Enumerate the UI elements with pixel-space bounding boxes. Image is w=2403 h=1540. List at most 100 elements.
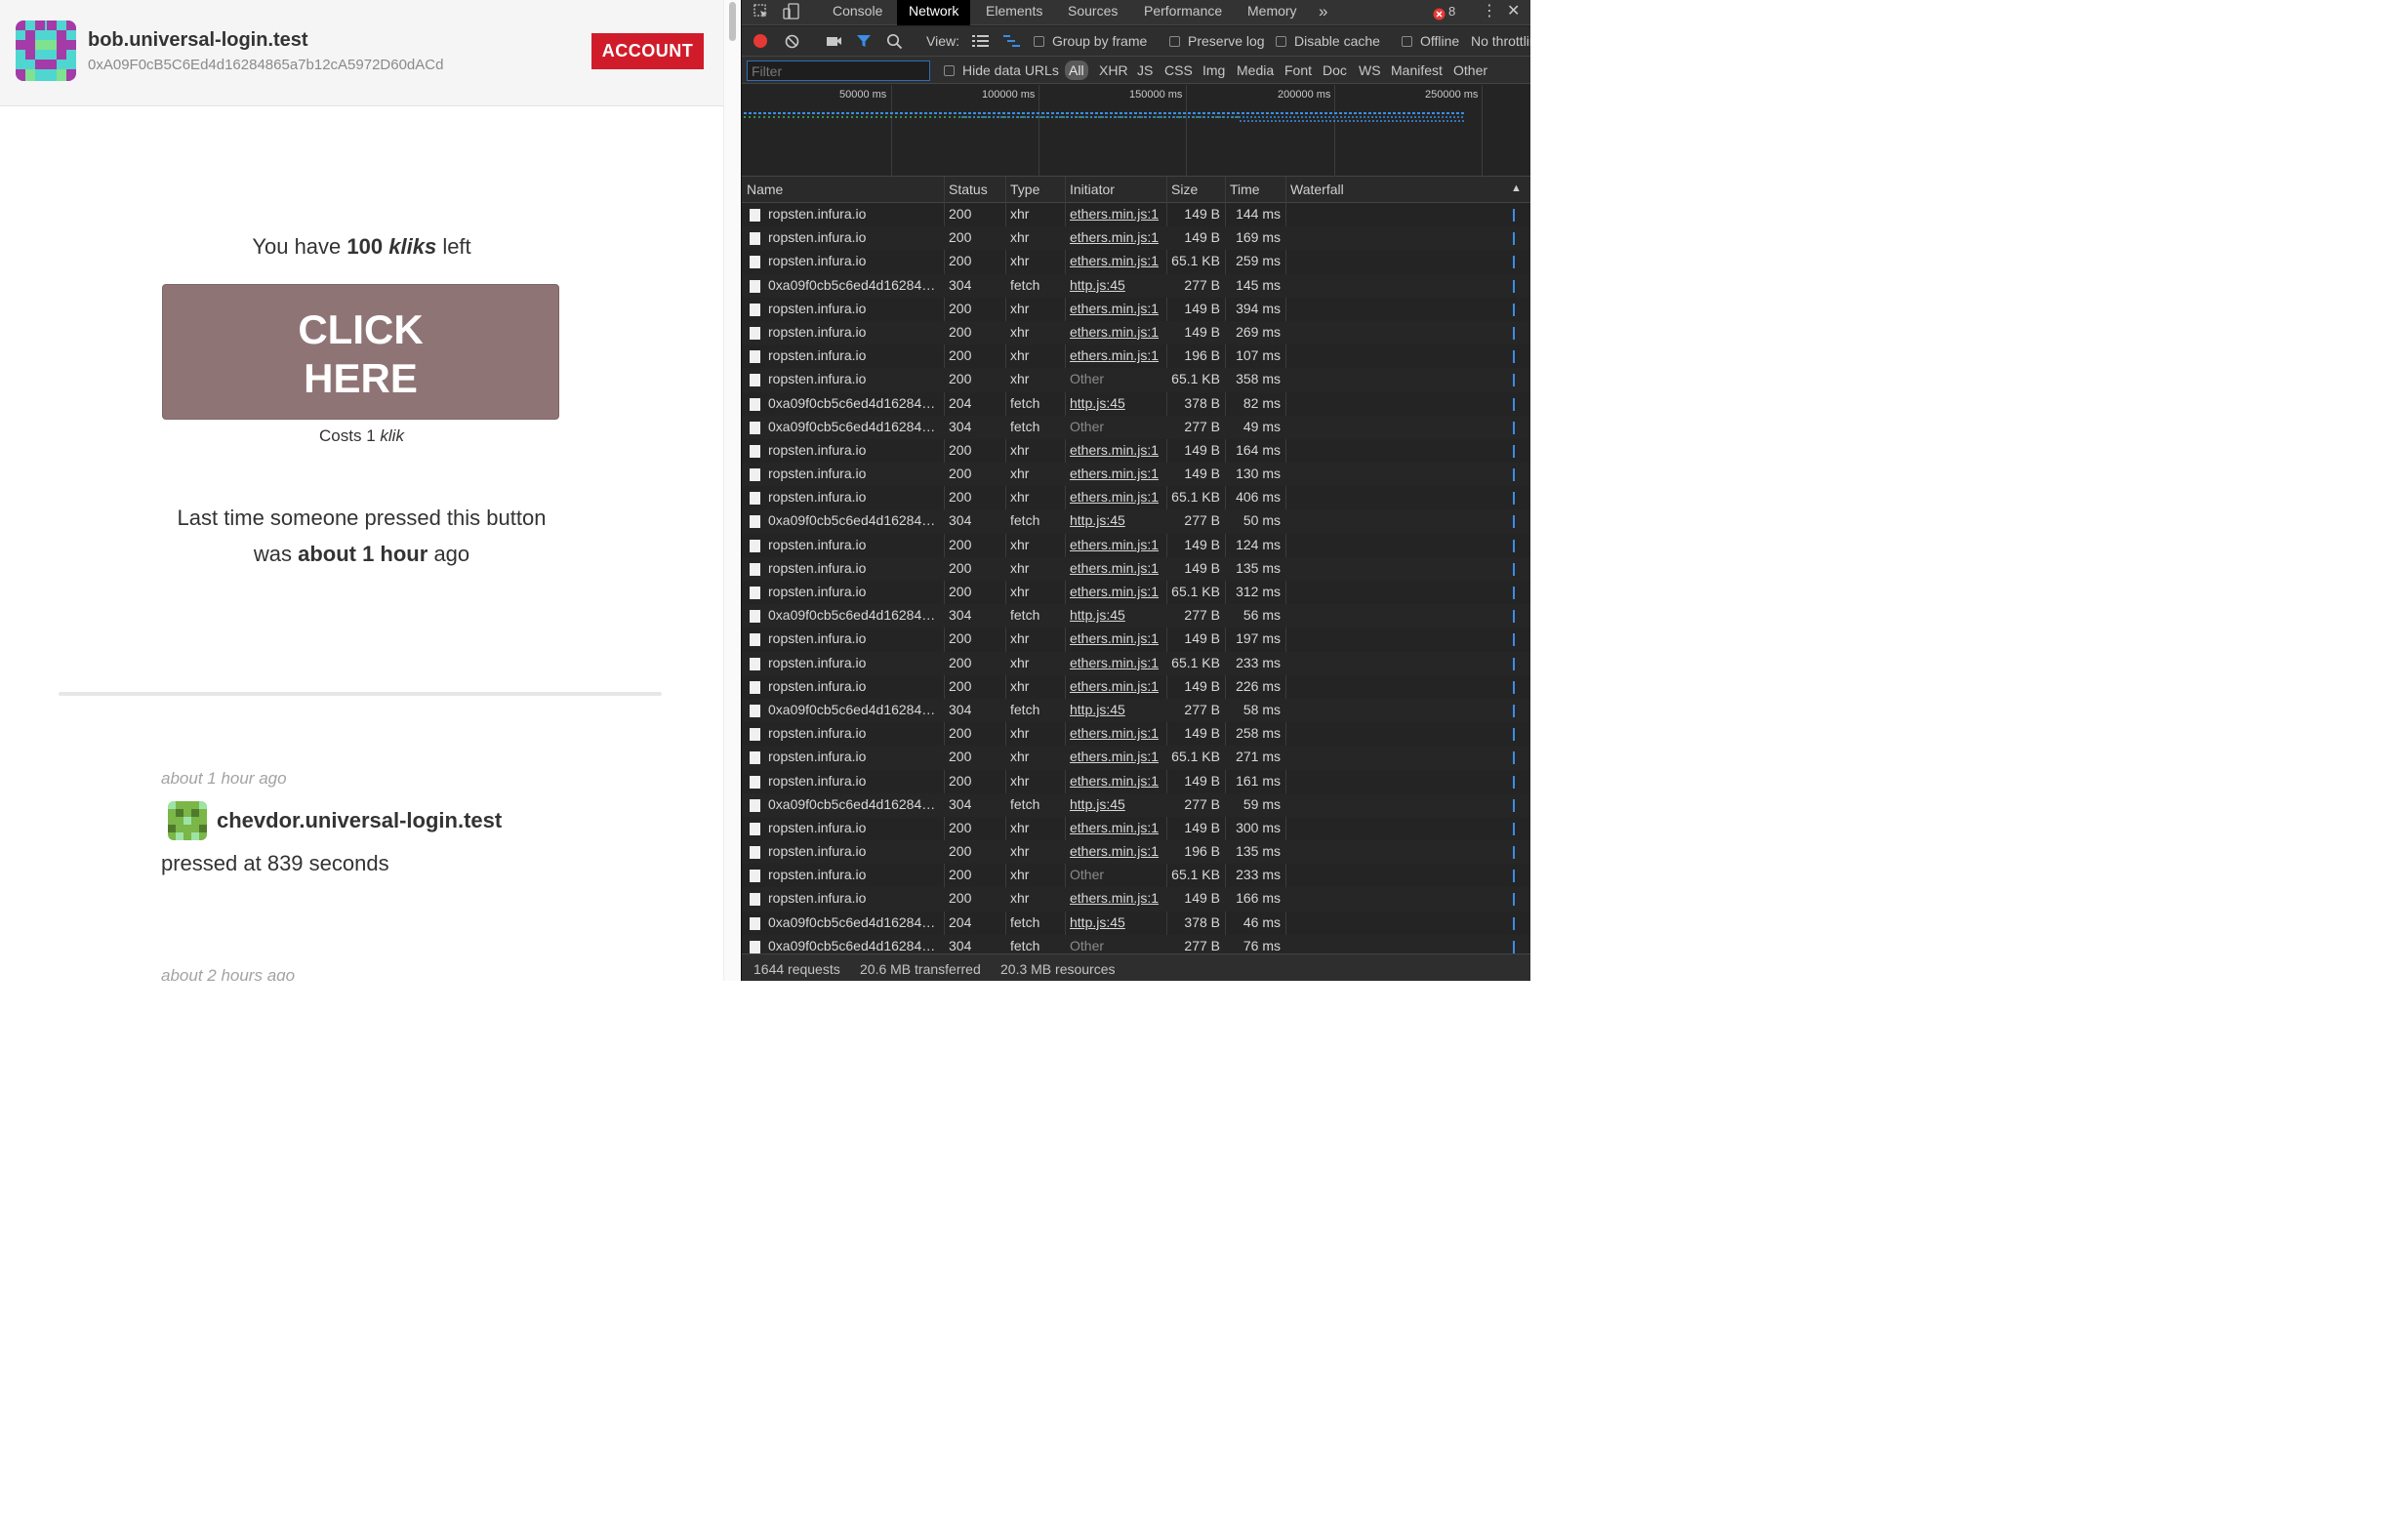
request-initiator[interactable]: ethers.min.js:1 <box>1070 229 1159 245</box>
request-initiator[interactable]: ethers.min.js:1 <box>1070 537 1159 552</box>
tab-sources[interactable]: Sources <box>1068 0 1118 25</box>
click-here-button[interactable]: CLICK HERE <box>162 284 559 420</box>
col-time[interactable]: Time <box>1230 182 1260 197</box>
request-initiator[interactable]: http.js:45 <box>1070 796 1125 812</box>
type-filter-other[interactable]: Other <box>1453 62 1487 78</box>
col-waterfall[interactable]: Waterfall <box>1290 182 1344 197</box>
table-row[interactable]: ropsten.infura.io 200 xhr ethers.min.js:1 14… <box>742 722 1530 746</box>
type-filter-img[interactable]: Img <box>1202 62 1225 78</box>
type-filter-js[interactable]: JS <box>1137 62 1153 78</box>
col-type[interactable]: Type <box>1010 182 1039 197</box>
request-initiator[interactable]: ethers.min.js:1 <box>1070 584 1159 599</box>
request-initiator[interactable]: ethers.min.js:1 <box>1070 630 1159 646</box>
table-row[interactable]: 0xa09f0cb5c6ed4d16284… 304 fetch http.js:45… <box>742 698 1530 723</box>
table-row[interactable]: ropsten.infura.io 200 xhr ethers.min.js:1 19… <box>742 840 1530 865</box>
col-status[interactable]: Status <box>949 182 988 197</box>
table-row[interactable]: ropsten.infura.io 200 xhr ethers.min.js:1 65… <box>742 746 1530 770</box>
overview-waterfall-icon[interactable] <box>1003 34 1020 51</box>
tab-performance[interactable]: Performance <box>1144 0 1222 25</box>
table-row[interactable]: ropsten.infura.io 200 xhr ethers.min.js:1 14… <box>742 770 1530 793</box>
table-row[interactable]: ropsten.infura.io 200 xhr ethers.min.js:1 14… <box>742 556 1530 581</box>
request-initiator[interactable]: ethers.min.js:1 <box>1070 324 1159 340</box>
request-initiator[interactable]: http.js:45 <box>1070 277 1125 293</box>
request-initiator[interactable]: ethers.min.js:1 <box>1070 773 1159 789</box>
table-row[interactable]: ropsten.infura.io 200 xhr ethers.min.js:1 14… <box>742 534 1530 557</box>
type-filter-xhr[interactable]: XHR <box>1099 62 1128 78</box>
table-row[interactable]: ropsten.infura.io 200 xhr ethers.min.js:1 14… <box>742 203 1530 226</box>
request-initiator[interactable]: ethers.min.js:1 <box>1070 347 1159 363</box>
device-toolbar-icon[interactable] <box>783 3 800 28</box>
request-initiator[interactable]: ethers.min.js:1 <box>1070 489 1159 505</box>
table-row[interactable]: ropsten.infura.io 200 xhr ethers.min.js:1 14… <box>742 628 1530 651</box>
request-initiator[interactable]: ethers.min.js:1 <box>1070 301 1159 316</box>
table-row[interactable]: 0xa09f0cb5c6ed4d16284… 304 fetch http.js:45… <box>742 509 1530 534</box>
table-row[interactable]: ropsten.infura.io 200 xhr ethers.min.js:1 65… <box>742 651 1530 675</box>
table-row[interactable]: ropsten.infura.io 200 xhr ethers.min.js:1 14… <box>742 320 1530 345</box>
group-by-frame-checkbox[interactable]: Group by frame <box>1034 33 1147 49</box>
table-row[interactable]: ropsten.infura.io 200 xhr Other 65.1 KB 358 m… <box>742 368 1530 392</box>
table-row[interactable]: ropsten.infura.io 200 xhr ethers.min.js:1 14… <box>742 439 1530 463</box>
filter-icon[interactable] <box>856 33 872 52</box>
request-initiator[interactable]: ethers.min.js:1 <box>1070 442 1159 458</box>
request-initiator[interactable]: ethers.min.js:1 <box>1070 843 1159 859</box>
table-row[interactable]: ropsten.infura.io 200 xhr ethers.min.js:1 14… <box>742 675 1530 699</box>
throttling-select[interactable]: No throttling <box>1471 33 1530 49</box>
disable-cache-checkbox[interactable]: Disable cache <box>1276 33 1380 49</box>
request-initiator[interactable]: http.js:45 <box>1070 607 1125 623</box>
table-row[interactable]: 0xa09f0cb5c6ed4d16284… 204 fetch http.js:45… <box>742 912 1530 935</box>
account-button[interactable]: ACCOUNT <box>591 33 704 69</box>
table-row[interactable]: ropsten.infura.io 200 xhr ethers.min.js:1 19… <box>742 344 1530 368</box>
col-name[interactable]: Name <box>747 182 783 197</box>
request-initiator[interactable]: http.js:45 <box>1070 395 1125 411</box>
offline-checkbox[interactable]: Offline <box>1402 33 1459 49</box>
sort-ascending-icon[interactable]: ▲ <box>1511 182 1522 194</box>
filter-input[interactable] <box>747 61 930 81</box>
type-filter-all[interactable]: All <box>1065 61 1088 80</box>
clear-icon[interactable] <box>785 34 799 52</box>
table-row[interactable]: 0xa09f0cb5c6ed4d16284… 304 fetch Other 277 B… <box>742 415 1530 439</box>
table-row[interactable]: 0xa09f0cb5c6ed4d16284… 304 fetch http.js:45… <box>742 792 1530 817</box>
tab-elements[interactable]: Elements <box>986 0 1042 25</box>
request-initiator[interactable]: http.js:45 <box>1070 512 1125 528</box>
app-scrollbar-thumb[interactable] <box>729 2 736 41</box>
request-initiator[interactable]: ethers.min.js:1 <box>1070 560 1159 576</box>
table-row[interactable]: ropsten.infura.io 200 xhr ethers.min.js:1 14… <box>742 463 1530 487</box>
request-initiator[interactable]: ethers.min.js:1 <box>1070 655 1159 670</box>
table-row[interactable]: ropsten.infura.io 200 xhr ethers.min.js:1 14… <box>742 887 1530 912</box>
preserve-log-checkbox[interactable]: Preserve log <box>1169 33 1265 49</box>
app-scrollbar[interactable] <box>723 0 741 981</box>
type-filter-ws[interactable]: WS <box>1359 62 1381 78</box>
request-initiator[interactable]: ethers.min.js:1 <box>1070 820 1159 835</box>
request-initiator[interactable]: ethers.min.js:1 <box>1070 253 1159 268</box>
table-row[interactable]: ropsten.infura.io 200 xhr ethers.min.js:1 65… <box>742 486 1530 509</box>
record-icon[interactable] <box>753 34 767 51</box>
table-row[interactable]: 0xa09f0cb5c6ed4d16284… 204 fetch http.js:45… <box>742 392 1530 416</box>
request-initiator[interactable]: http.js:45 <box>1070 702 1125 717</box>
type-filter-doc[interactable]: Doc <box>1323 62 1347 78</box>
hide-data-urls-checkbox[interactable]: Hide data URLs <box>944 62 1059 78</box>
table-row[interactable]: ropsten.infura.io 200 xhr Other 65.1 KB 233 m… <box>742 864 1530 887</box>
type-filter-css[interactable]: CSS <box>1164 62 1193 78</box>
tab-console[interactable]: Console <box>833 0 882 25</box>
table-row[interactable]: ropsten.infura.io 200 xhr ethers.min.js:1 65… <box>742 250 1530 273</box>
request-initiator[interactable]: http.js:45 <box>1070 914 1125 930</box>
close-icon[interactable]: ✕ <box>1507 0 1520 25</box>
request-initiator[interactable]: ethers.min.js:1 <box>1070 678 1159 694</box>
request-initiator[interactable]: ethers.min.js:1 <box>1070 890 1159 906</box>
table-row[interactable]: ropsten.infura.io 200 xhr ethers.min.js:1 65… <box>742 581 1530 604</box>
table-row[interactable]: ropsten.infura.io 200 xhr ethers.min.js:1 14… <box>742 226 1530 251</box>
table-row[interactable]: 0xa09f0cb5c6ed4d16284… 304 fetch Other 277 B… <box>742 934 1530 953</box>
screenshot-capture-icon[interactable] <box>826 34 842 51</box>
search-icon[interactable] <box>886 33 903 53</box>
tab-memory[interactable]: Memory <box>1247 0 1297 25</box>
kebab-menu-icon[interactable]: ⋮ <box>1482 0 1497 25</box>
request-initiator[interactable]: ethers.min.js:1 <box>1070 725 1159 741</box>
col-size[interactable]: Size <box>1171 182 1198 197</box>
more-tabs-icon[interactable]: » <box>1319 0 1327 25</box>
network-overview-timeline[interactable]: 50000 ms 100000 ms 150000 ms 200000 ms 2… <box>742 85 1530 177</box>
request-initiator[interactable]: ethers.min.js:1 <box>1070 466 1159 481</box>
type-filter-font[interactable]: Font <box>1284 62 1312 78</box>
request-initiator[interactable]: ethers.min.js:1 <box>1070 749 1159 764</box>
table-row[interactable]: ropsten.infura.io 200 xhr ethers.min.js:1 14… <box>742 817 1530 840</box>
request-initiator[interactable]: ethers.min.js:1 <box>1070 206 1159 222</box>
